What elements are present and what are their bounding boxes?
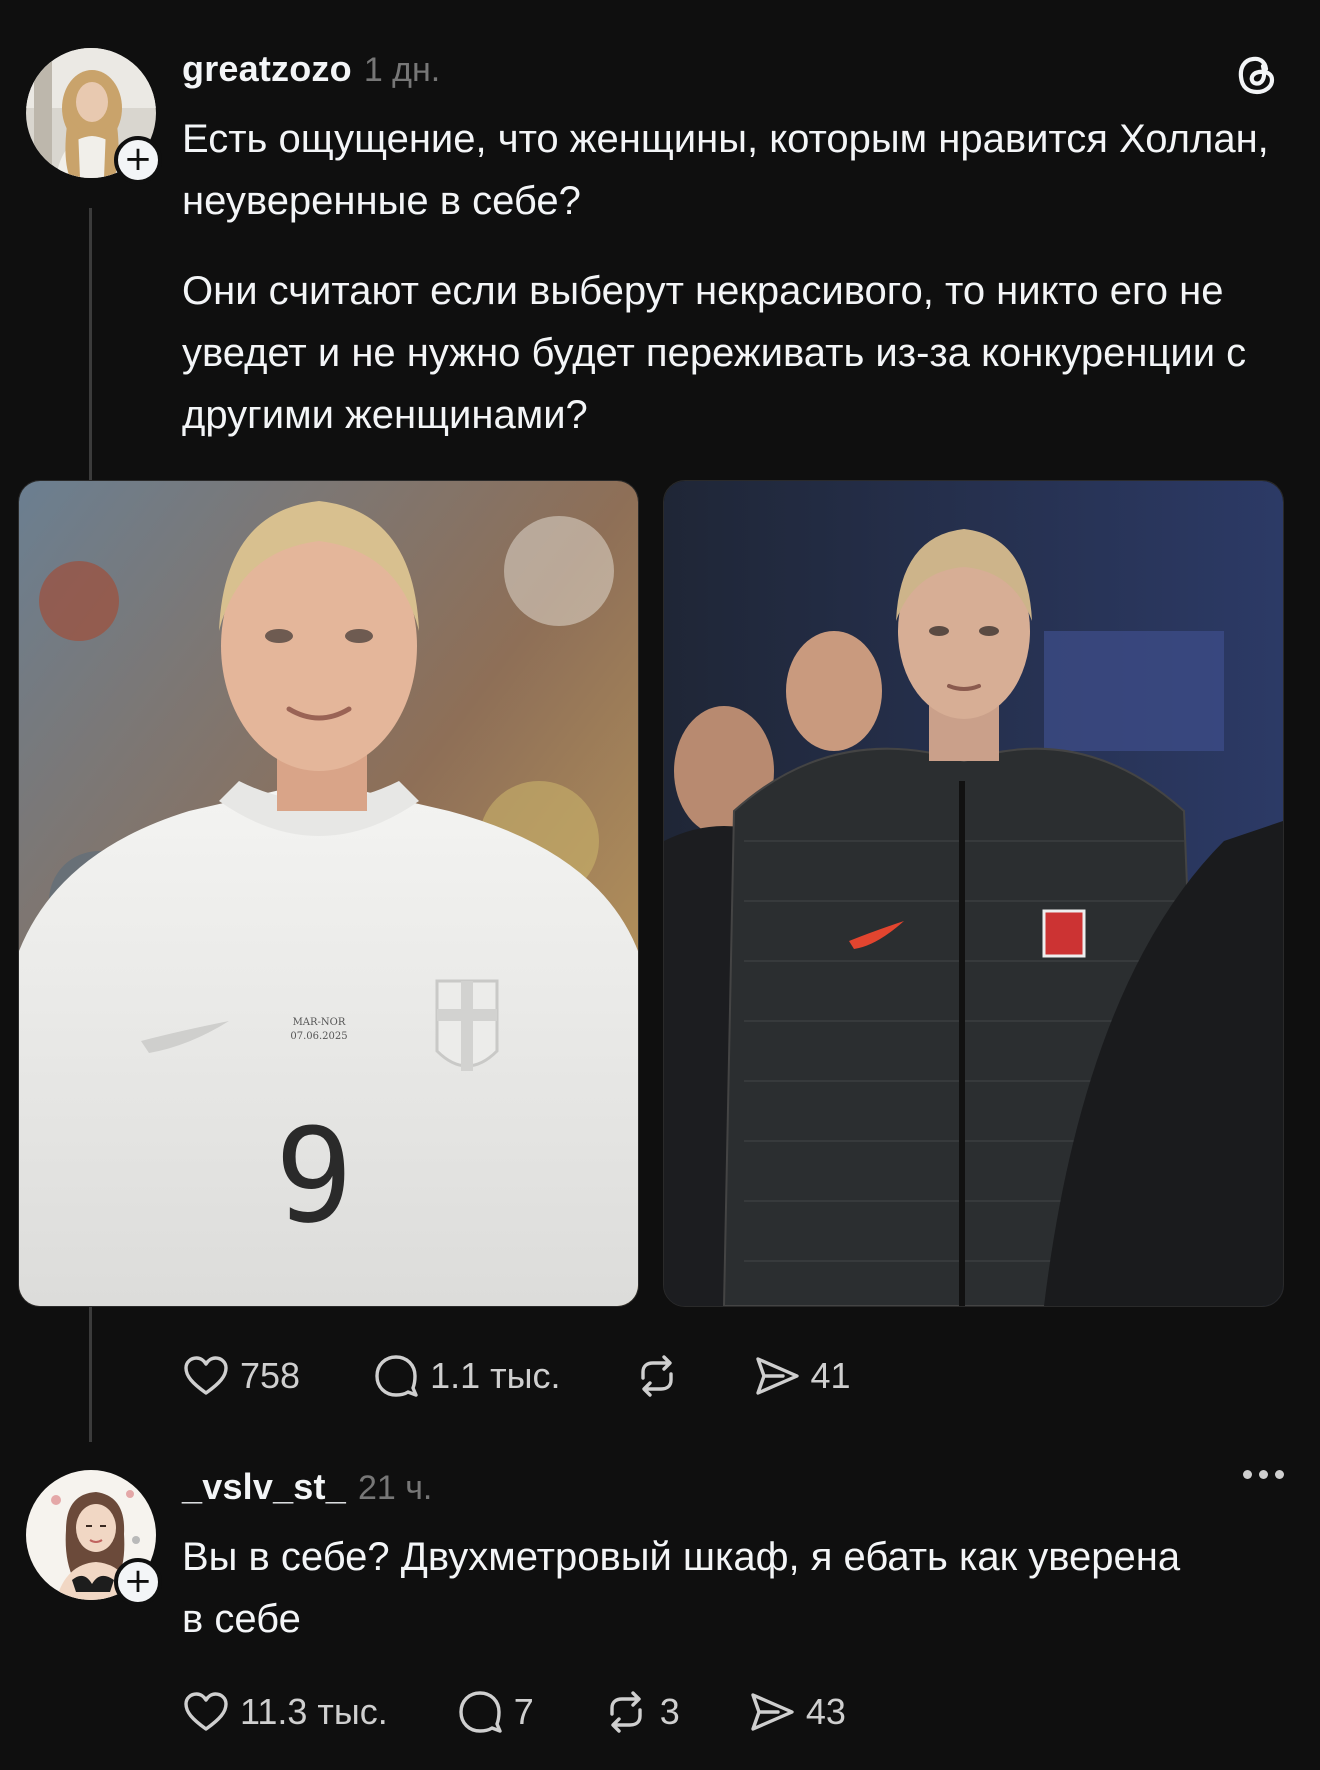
- like-count: 758: [240, 1355, 301, 1396]
- heart-icon: [184, 1692, 228, 1731]
- send-icon: [751, 1693, 794, 1731]
- post-header: greatzozo 1 дн.: [182, 48, 440, 90]
- reply-count: 1.1 тыс.: [430, 1355, 561, 1396]
- post-paragraph-1: Есть ощущение, что женщины, которым нрав…: [182, 117, 1269, 223]
- repost-icon: [640, 1355, 673, 1397]
- like-count: 11.3 тыс.: [240, 1691, 388, 1732]
- post-body: Есть ощущение, что женщины, которым нрав…: [182, 108, 1272, 446]
- comment-icon: [375, 1355, 418, 1397]
- like-button[interactable]: 758: [182, 1352, 300, 1400]
- threads-logo-icon[interactable]: [1232, 50, 1282, 100]
- reply-button[interactable]: 1.1 тыс.: [372, 1352, 561, 1400]
- send-icon: [755, 1357, 799, 1395]
- repost-button[interactable]: 3: [602, 1688, 680, 1736]
- reply-button[interactable]: 7: [456, 1688, 534, 1736]
- post-time: 1 дн.: [363, 51, 441, 89]
- photo-player-dark-jacket[interactable]: [663, 480, 1284, 1307]
- avatar-vslv-st[interactable]: +: [26, 1470, 162, 1606]
- follow-plus-icon[interactable]: +: [114, 1558, 162, 1606]
- svg-text:07.06.2025: 07.06.2025: [290, 1031, 347, 1042]
- svg-text:MAR-NOR: MAR-NOR: [293, 1017, 346, 1028]
- post-time: 21 ч.: [357, 1469, 433, 1507]
- share-count: 43: [805, 1691, 846, 1732]
- reply-body: Вы в себе? Двухметровый шкаф, я ебать ка…: [182, 1526, 1182, 1650]
- reply-actions: 11.3 тыс. 7 3 43: [182, 1688, 846, 1736]
- repost-count: 3: [659, 1691, 680, 1732]
- reply-count: 7: [513, 1691, 534, 1732]
- photo-player-white-jersey[interactable]: MAR-NOR 07.06.2025 9: [18, 480, 639, 1307]
- like-button[interactable]: 11.3 тыс.: [182, 1688, 388, 1736]
- reply-text: Вы в себе? Двухметровый шкаф, я ебать ка…: [182, 1535, 1181, 1641]
- repost-icon: [610, 1691, 642, 1733]
- comment-icon: [459, 1691, 502, 1733]
- share-button[interactable]: 41: [753, 1352, 851, 1400]
- follow-plus-icon[interactable]: +: [114, 136, 162, 184]
- share-button[interactable]: 43: [748, 1688, 846, 1736]
- avatar-greatzozo[interactable]: +: [26, 48, 162, 184]
- more-dots-icon[interactable]: [1243, 1470, 1284, 1479]
- username[interactable]: greatzozo: [182, 48, 352, 90]
- post-actions: 758 1.1 тыс. 41: [182, 1352, 851, 1400]
- jersey-number: 9: [275, 1100, 353, 1252]
- heart-icon: [184, 1356, 228, 1395]
- share-count: 41: [810, 1355, 851, 1396]
- username[interactable]: _vslv_st_: [182, 1466, 346, 1508]
- reply-header: _vslv_st_ 21 ч.: [182, 1466, 432, 1508]
- repost-button[interactable]: [633, 1352, 691, 1400]
- post-paragraph-2: Они считают если выберут некрасивого, то…: [182, 269, 1247, 437]
